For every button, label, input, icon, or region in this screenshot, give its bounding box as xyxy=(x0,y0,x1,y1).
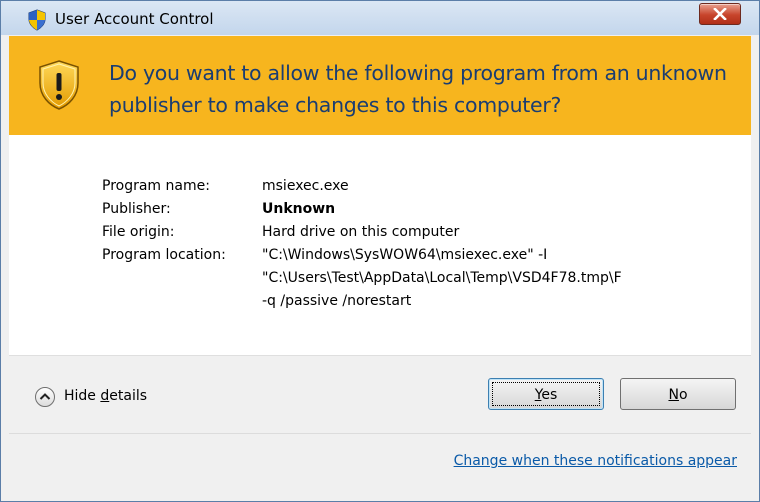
yes-button-label: Yes xyxy=(535,387,558,403)
hide-details-accesskey: d xyxy=(100,388,110,404)
title-bar[interactable]: User Account Control xyxy=(1,1,759,35)
publisher-label: Publisher: xyxy=(102,201,171,217)
close-icon xyxy=(713,8,727,20)
no-accesskey: N xyxy=(668,387,679,403)
details-panel: Program name: msiexec.exe Publisher: Unk… xyxy=(9,135,751,355)
hide-details-toggle[interactable] xyxy=(35,387,55,407)
no-button[interactable]: No xyxy=(620,378,736,410)
file-origin-value: Hard drive on this computer xyxy=(262,224,460,240)
warning-banner: Do you want to allow the following progr… xyxy=(9,36,751,135)
program-location-line: -q /passive /norestart xyxy=(262,293,412,309)
warning-shield-icon xyxy=(39,60,79,110)
close-button[interactable] xyxy=(699,3,741,25)
file-origin-label: File origin: xyxy=(102,224,175,240)
publisher-value: Unknown xyxy=(262,201,336,217)
no-button-label: No xyxy=(668,387,687,403)
chevron-up-icon xyxy=(39,393,51,400)
program-location-label: Program location: xyxy=(102,247,226,263)
program-name-value: msiexec.exe xyxy=(262,178,349,194)
no-label-rest: o xyxy=(678,387,688,403)
program-name-label: Program name: xyxy=(102,178,210,194)
button-area: Hide details Yes No xyxy=(9,356,751,433)
window-title: User Account Control xyxy=(55,10,214,28)
uac-shield-icon xyxy=(28,9,46,31)
divider xyxy=(9,433,751,434)
change-notifications-link[interactable]: Change when these notifications appear xyxy=(454,453,737,469)
uac-question: Do you want to allow the following progr… xyxy=(109,61,727,117)
uac-dialog: User Account Control Do you want to allo… xyxy=(0,0,760,502)
hide-details-text: Hide xyxy=(64,388,101,404)
program-location-value: "C:\Windows\SysWOW64\msiexec.exe" -I "C:… xyxy=(262,244,729,313)
program-location-line: "C:\Windows\SysWOW64\msiexec.exe" -I xyxy=(262,247,548,263)
hide-details-text-rest: etails xyxy=(109,388,148,404)
hide-details-link[interactable]: Hide details xyxy=(64,388,147,404)
yes-label-rest: es xyxy=(541,387,558,403)
yes-button[interactable]: Yes xyxy=(488,378,604,410)
program-location-line: "C:\Users\Test\AppData\Local\Temp\VSD4F7… xyxy=(262,270,622,286)
